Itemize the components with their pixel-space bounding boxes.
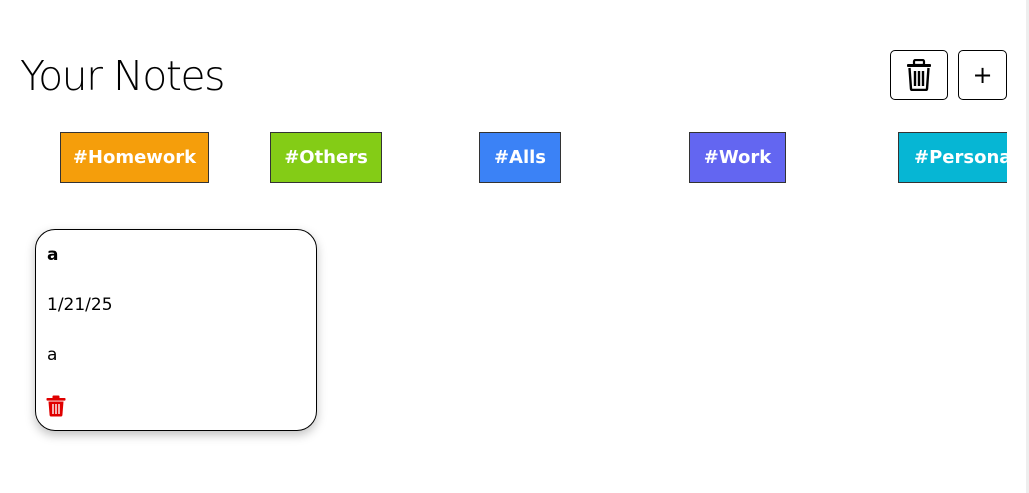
tag-label: #Alls	[493, 147, 547, 168]
add-note-label: +	[972, 61, 993, 89]
trash-icon	[46, 395, 66, 417]
tag-others[interactable]: #Others	[270, 132, 382, 183]
tag-personal[interactable]: #Personal	[898, 132, 1007, 183]
tag-label: #Others	[284, 147, 368, 168]
tag-filter-bar: #Homework #Others #Alls #Work #Personal	[0, 131, 1007, 185]
note-title: a	[47, 245, 59, 265]
note-card[interactable]: a 1/21/25 a	[35, 229, 317, 431]
add-note-button[interactable]: +	[958, 50, 1007, 100]
tag-alls[interactable]: #Alls	[479, 132, 561, 183]
note-body: a	[47, 345, 58, 365]
page-title: Your Notes	[20, 52, 225, 100]
note-date: 1/21/25	[47, 295, 113, 315]
tag-label: #Personal	[914, 147, 1007, 168]
notes-page: Your Notes + #Homework #Others #Alls #Wo…	[0, 0, 1029, 493]
trash-icon	[906, 59, 932, 91]
delete-note-button[interactable]	[45, 394, 67, 418]
tag-label: #Work	[703, 147, 772, 168]
delete-all-button[interactable]	[890, 50, 948, 100]
tag-homework[interactable]: #Homework	[60, 132, 209, 183]
tag-work[interactable]: #Work	[689, 132, 786, 183]
tag-label: #Homework	[72, 147, 197, 168]
